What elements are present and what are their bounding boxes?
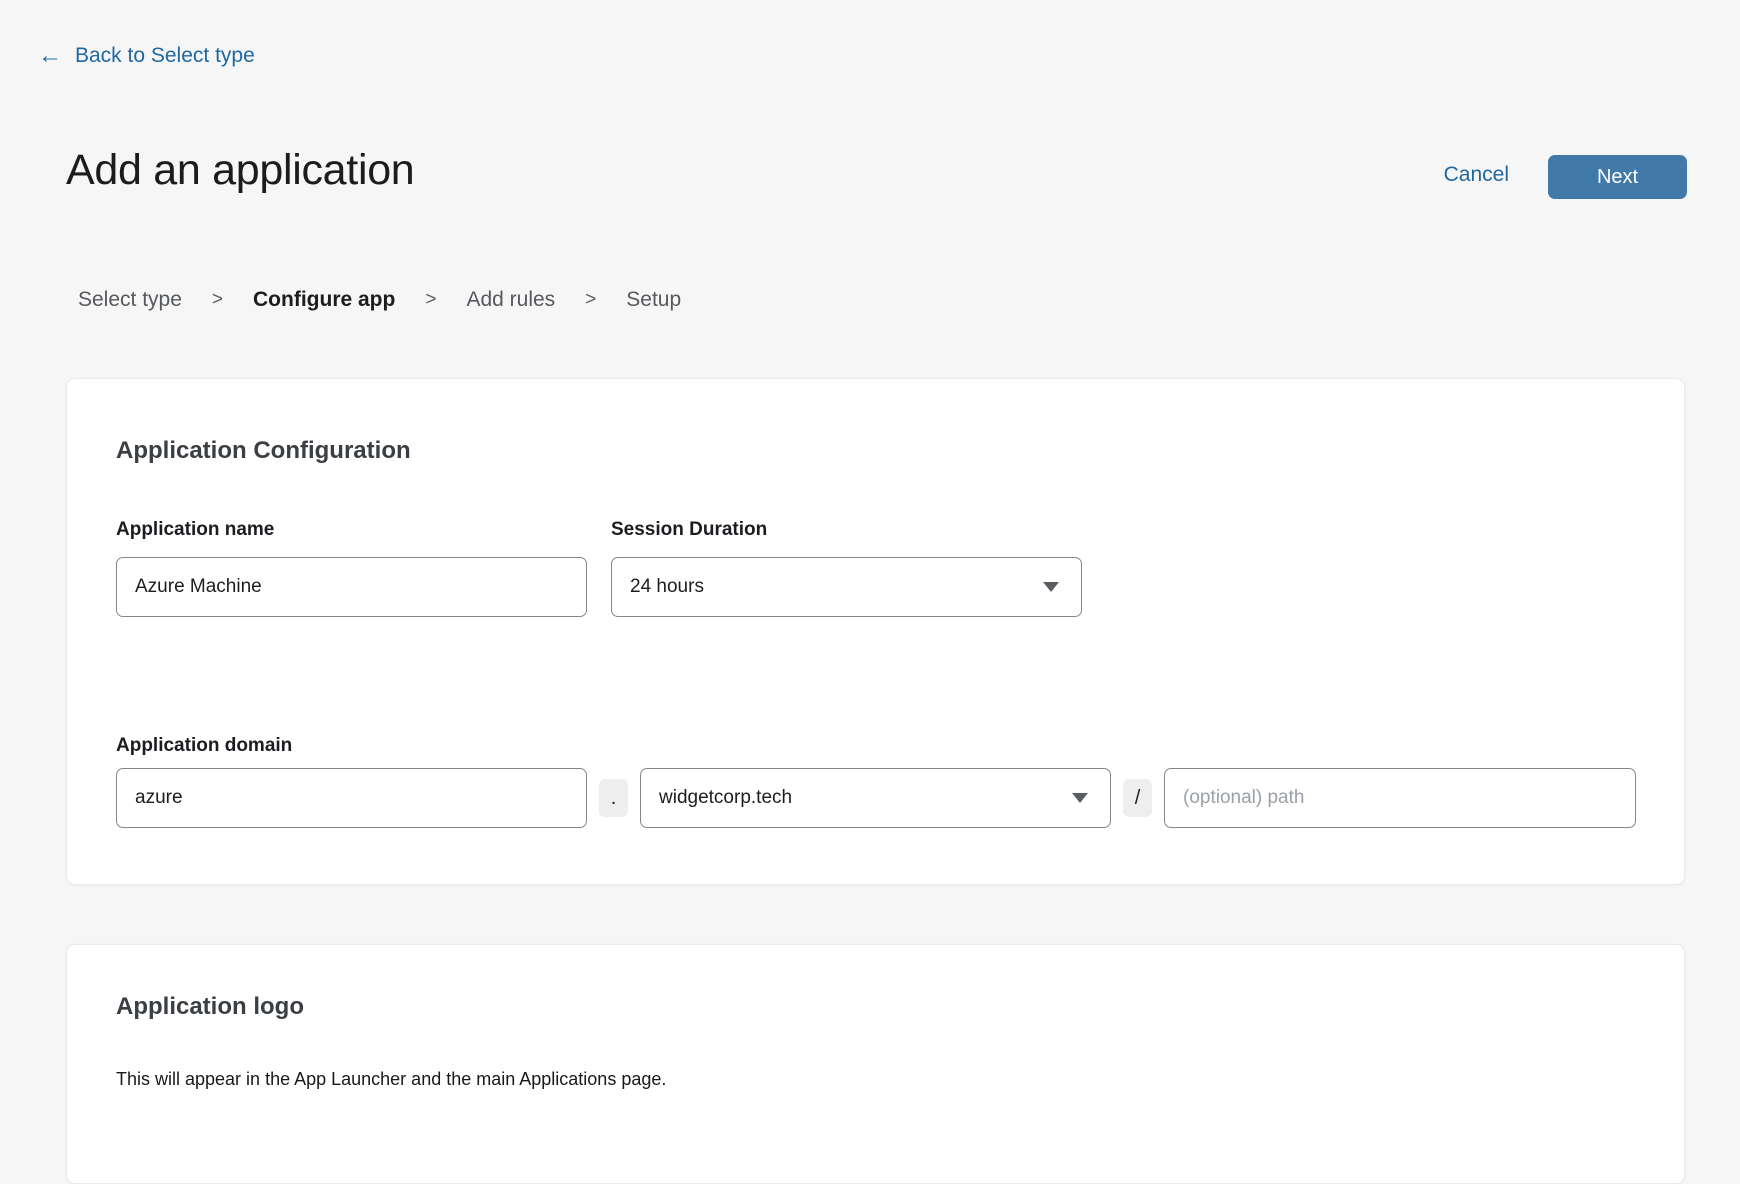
application-logo-card: Application logo This will appear in the…: [66, 944, 1685, 1184]
domain-slash-separator: /: [1123, 779, 1152, 817]
chevron-down-icon: [1072, 793, 1088, 803]
session-duration-select[interactable]: 24 hours: [611, 557, 1082, 617]
breadcrumb-step-configure-app[interactable]: Configure app: [253, 288, 395, 312]
session-duration-selected-value: 24 hours: [630, 576, 704, 598]
cancel-button[interactable]: Cancel: [1444, 163, 1509, 187]
domain-selected-value: widgetcorp.tech: [659, 787, 792, 809]
session-duration-label: Session Duration: [611, 519, 767, 541]
page-title: Add an application: [66, 146, 414, 195]
breadcrumb-separator: >: [425, 289, 436, 311]
application-logo-description: This will appear in the App Launcher and…: [116, 1069, 666, 1090]
breadcrumb-separator: >: [585, 289, 596, 311]
application-domain-label: Application domain: [116, 735, 292, 757]
next-button[interactable]: Next: [1548, 155, 1687, 199]
chevron-down-icon: [1043, 582, 1059, 592]
breadcrumb-step-setup[interactable]: Setup: [626, 288, 681, 312]
back-arrow-icon: ←: [38, 44, 62, 68]
breadcrumb-separator: >: [212, 289, 223, 311]
breadcrumb-step-add-rules[interactable]: Add rules: [466, 288, 555, 312]
application-name-label: Application name: [116, 519, 274, 541]
domain-dot-separator: .: [599, 779, 628, 817]
application-configuration-card: Application Configuration Application na…: [66, 378, 1685, 885]
back-link-label: Back to Select type: [75, 44, 255, 68]
back-to-select-type-link[interactable]: ← Back to Select type: [38, 44, 255, 68]
breadcrumb-step-select-type[interactable]: Select type: [78, 288, 182, 312]
breadcrumb: Select type > Configure app > Add rules …: [78, 288, 681, 312]
application-name-input[interactable]: [116, 557, 587, 617]
domain-select[interactable]: widgetcorp.tech: [640, 768, 1111, 828]
path-input[interactable]: [1164, 768, 1636, 828]
application-logo-heading: Application logo: [116, 993, 304, 1021]
subdomain-input[interactable]: [116, 768, 587, 828]
application-configuration-heading: Application Configuration: [116, 437, 411, 465]
